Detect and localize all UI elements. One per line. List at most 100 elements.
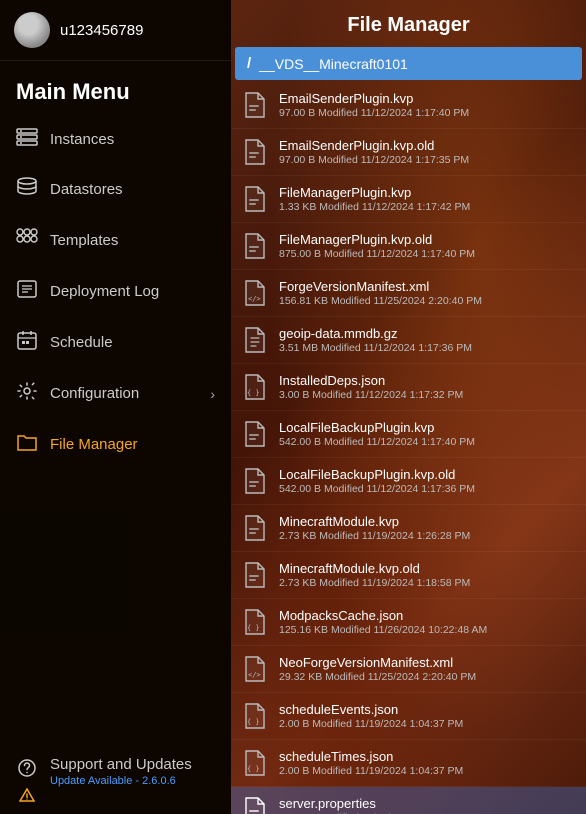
file-meta: 156.81 KB Modified 11/25/2024 2:20:40 PM	[279, 295, 576, 307]
schedule-label: Schedule	[50, 334, 113, 351]
templates-label: Templates	[50, 232, 118, 249]
file-info: scheduleTimes.json 2.00 B Modified 11/19…	[279, 749, 576, 777]
sidebar-item-file-manager[interactable]: File Manager	[0, 419, 231, 470]
breadcrumb-slash: /	[247, 55, 251, 72]
file-meta: 125.16 KB Modified 11/26/2024 10:22:48 A…	[279, 624, 576, 636]
file-info: MinecraftModule.kvp 2.73 KB Modified 11/…	[279, 514, 576, 542]
file-meta: 97.00 B Modified 11/12/2024 1:17:40 PM	[279, 107, 576, 119]
file-info: EmailSenderPlugin.kvp 97.00 B Modified 1…	[279, 91, 576, 119]
file-type-icon	[241, 794, 269, 814]
sidebar-item-deployment-log[interactable]: Deployment Log	[0, 266, 231, 317]
file-type-icon	[241, 136, 269, 168]
file-info: FileManagerPlugin.kvp.old 875.00 B Modif…	[279, 232, 576, 260]
sidebar-item-configuration[interactable]: Configuration ›	[0, 368, 231, 419]
file-name: FileManagerPlugin.kvp.old	[279, 232, 576, 247]
sidebar-item-datastores[interactable]: Datastores	[0, 164, 231, 215]
list-item[interactable]: </> NeoForgeVersionManifest.xml 29.32 KB…	[231, 646, 586, 693]
list-item[interactable]: server.properties 1.57 KB Modified 11/14…	[231, 787, 586, 814]
chevron-right-icon: ›	[210, 386, 215, 402]
svg-text:{ }: { }	[247, 624, 260, 632]
file-type-icon	[241, 89, 269, 121]
file-info: FileManagerPlugin.kvp 1.33 KB Modified 1…	[279, 185, 576, 213]
file-info: ForgeVersionManifest.xml 156.81 KB Modif…	[279, 279, 576, 307]
file-meta: 3.00 B Modified 11/12/2024 1:17:32 PM	[279, 389, 576, 401]
file-info: ModpacksCache.json 125.16 KB Modified 11…	[279, 608, 576, 636]
username-label: u123456789	[60, 22, 143, 39]
file-name: EmailSenderPlugin.kvp	[279, 91, 576, 106]
sidebar-header: u123456789	[0, 0, 231, 61]
page-title: File Manager	[231, 0, 586, 47]
file-type-icon: </>	[241, 277, 269, 309]
list-item[interactable]: { } scheduleTimes.json 2.00 B Modified 1…	[231, 740, 586, 787]
file-info: InstalledDeps.json 3.00 B Modified 11/12…	[279, 373, 576, 401]
list-item[interactable]: </> ForgeVersionManifest.xml 156.81 KB M…	[231, 270, 586, 317]
list-item[interactable]: MinecraftModule.kvp.old 2.73 KB Modified…	[231, 552, 586, 599]
file-meta: 97.00 B Modified 11/12/2024 1:17:35 PM	[279, 154, 576, 166]
list-item[interactable]: { } ModpacksCache.json 125.16 KB Modifie…	[231, 599, 586, 646]
file-type-icon	[241, 183, 269, 215]
file-name: MinecraftModule.kvp.old	[279, 561, 576, 576]
sidebar-item-instances[interactable]: Instances	[0, 115, 231, 164]
file-type-icon	[241, 324, 269, 356]
main-menu-title: Main Menu	[0, 61, 231, 115]
list-item[interactable]: FileManagerPlugin.kvp.old 875.00 B Modif…	[231, 223, 586, 270]
sidebar-item-support[interactable]: Support and Updates Update Available - 2…	[0, 746, 231, 814]
list-item[interactable]: EmailSenderPlugin.kvp.old 97.00 B Modifi…	[231, 129, 586, 176]
file-meta: 2.73 KB Modified 11/19/2024 1:26:28 PM	[279, 530, 576, 542]
breadcrumb-path: __VDS__Minecraft0101	[259, 56, 408, 72]
file-info: MinecraftModule.kvp.old 2.73 KB Modified…	[279, 561, 576, 589]
svg-text:{ }: { }	[247, 765, 260, 773]
file-type-icon: { }	[241, 606, 269, 638]
sidebar-item-templates[interactable]: Templates	[0, 215, 231, 266]
list-item[interactable]: LocalFileBackupPlugin.kvp 542.00 B Modif…	[231, 411, 586, 458]
list-item[interactable]: MinecraftModule.kvp 2.73 KB Modified 11/…	[231, 505, 586, 552]
svg-text:</>: </>	[248, 671, 261, 679]
file-info: server.properties 1.57 KB Modified 11/14…	[279, 796, 576, 814]
file-info: scheduleEvents.json 2.00 B Modified 11/1…	[279, 702, 576, 730]
file-type-icon: { }	[241, 747, 269, 779]
file-meta: 875.00 B Modified 11/12/2024 1:17:40 PM	[279, 248, 576, 260]
file-name: scheduleEvents.json	[279, 702, 576, 717]
sidebar-item-schedule[interactable]: Schedule	[0, 317, 231, 368]
file-name: NeoForgeVersionManifest.xml	[279, 655, 576, 670]
breadcrumb[interactable]: / __VDS__Minecraft0101	[235, 47, 582, 80]
file-name: InstalledDeps.json	[279, 373, 576, 388]
support-label: Support and Updates	[50, 756, 192, 773]
configuration-icon	[16, 381, 38, 406]
file-type-icon	[241, 465, 269, 497]
file-name: scheduleTimes.json	[279, 749, 576, 764]
list-item[interactable]: geoip-data.mmdb.gz 3.51 MB Modified 11/1…	[231, 317, 586, 364]
templates-icon	[16, 228, 38, 253]
svg-text:{ }: { }	[247, 389, 260, 397]
file-type-icon	[241, 418, 269, 450]
file-type-icon: { }	[241, 700, 269, 732]
warning-icon	[19, 788, 35, 802]
support-icon	[16, 758, 38, 783]
file-meta: 3.51 MB Modified 11/12/2024 1:17:36 PM	[279, 342, 576, 354]
sidebar: u123456789 Main Menu Instances Datastore…	[0, 0, 231, 814]
file-meta: 29.32 KB Modified 11/25/2024 2:20:40 PM	[279, 671, 576, 683]
file-type-icon	[241, 512, 269, 544]
list-item[interactable]: FileManagerPlugin.kvp 1.33 KB Modified 1…	[231, 176, 586, 223]
file-info: NeoForgeVersionManifest.xml 29.32 KB Mod…	[279, 655, 576, 683]
file-name: MinecraftModule.kvp	[279, 514, 576, 529]
file-info: geoip-data.mmdb.gz 3.51 MB Modified 11/1…	[279, 326, 576, 354]
update-badge: Update Available - 2.6.0.6	[50, 775, 192, 787]
list-item[interactable]: LocalFileBackupPlugin.kvp.old 542.00 B M…	[231, 458, 586, 505]
schedule-icon	[16, 330, 38, 355]
file-name: geoip-data.mmdb.gz	[279, 326, 576, 341]
file-meta: 2.00 B Modified 11/19/2024 1:04:37 PM	[279, 765, 576, 777]
list-item[interactable]: { } InstalledDeps.json 3.00 B Modified 1…	[231, 364, 586, 411]
svg-text:{ }: { }	[247, 718, 260, 726]
deployment-icon	[16, 279, 38, 304]
file-manager-icon	[16, 432, 38, 457]
list-item[interactable]: EmailSenderPlugin.kvp 97.00 B Modified 1…	[231, 82, 586, 129]
file-type-icon: { }	[241, 371, 269, 403]
svg-text:</>: </>	[248, 295, 261, 303]
file-name: EmailSenderPlugin.kvp.old	[279, 138, 576, 153]
file-meta: 1.33 KB Modified 11/12/2024 1:17:42 PM	[279, 201, 576, 213]
deployment-label: Deployment Log	[50, 283, 159, 300]
file-type-icon: </>	[241, 653, 269, 685]
list-item[interactable]: { } scheduleEvents.json 2.00 B Modified …	[231, 693, 586, 740]
avatar	[14, 12, 50, 48]
